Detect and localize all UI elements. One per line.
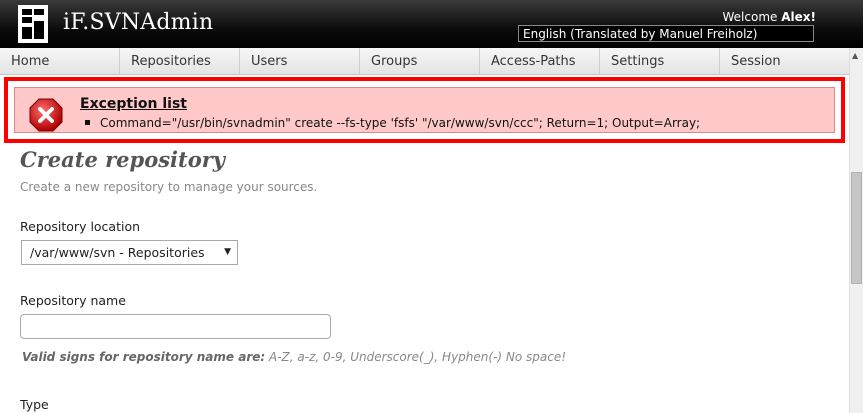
nav-item-users[interactable]: Users [240, 48, 360, 74]
location-select[interactable]: /var/www/svn - Repositories ▼ [21, 240, 238, 265]
bullet-icon [85, 120, 90, 125]
vertical-scrollbar[interactable]: ▲ [849, 48, 863, 413]
location-label: Repository location [20, 219, 141, 234]
type-label: Type [20, 397, 49, 412]
error-icon [29, 98, 63, 132]
app-logo-icon [18, 5, 48, 43]
exception-item-text: Command="/usr/bin/svnadmin" create --fs-… [100, 116, 701, 130]
location-select-value: /var/www/svn - Repositories [30, 245, 205, 260]
nav-item-repositories[interactable]: Repositories [120, 48, 240, 74]
scroll-up-arrow-icon[interactable]: ▲ [852, 51, 858, 60]
user-name: Alex! [781, 10, 816, 24]
name-hint-bold: Valid signs for repository name are: [22, 350, 266, 364]
scroll-thumb[interactable] [851, 172, 862, 284]
exception-item: Command="/usr/bin/svnadmin" create --fs-… [85, 116, 700, 130]
welcome-text: Welcome Alex! [723, 10, 816, 24]
repository-name-input[interactable] [20, 314, 331, 339]
exception-highlight: Exception list Command="/usr/bin/svnadmi… [4, 77, 845, 143]
nav-item-settings[interactable]: Settings [600, 48, 720, 74]
nav-item-access-paths[interactable]: Access-Paths [480, 48, 600, 74]
name-hint: Valid signs for repository name are: A-Z… [22, 350, 566, 364]
name-hint-rest: A-Z, a-z, 0-9, Underscore(_), Hyphen(-) … [265, 350, 567, 364]
nav-item-session[interactable]: Session [720, 48, 849, 74]
app-header: iF.SVNAdmin Welcome Alex! English (Trans… [0, 0, 863, 48]
nav-item-home[interactable]: Home [0, 48, 120, 74]
exception-title: Exception list [80, 96, 187, 112]
exception-box: Exception list Command="/usr/bin/svnadmi… [14, 87, 835, 133]
page-subtitle: Create a new repository to manage your s… [20, 180, 318, 194]
page-title: Create repository [20, 147, 226, 172]
nav-item-groups[interactable]: Groups [360, 48, 480, 74]
chevron-down-icon: ▼ [224, 247, 231, 257]
app-title: iF.SVNAdmin [63, 10, 214, 35]
main-nav: Home Repositories Users Groups Access-Pa… [0, 48, 849, 75]
name-label: Repository name [20, 293, 126, 308]
welcome-prefix: Welcome [722, 10, 778, 24]
language-select[interactable]: English (Translated by Manuel Freiholz) [518, 25, 814, 42]
